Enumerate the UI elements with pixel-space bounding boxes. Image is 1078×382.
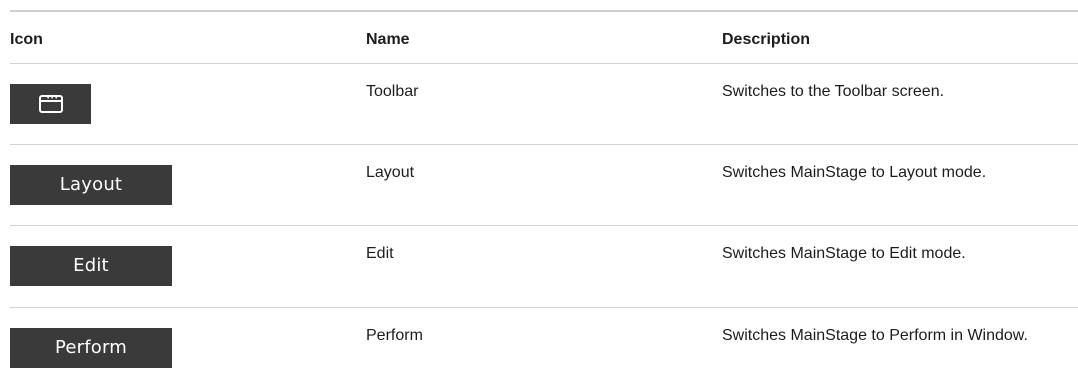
name-cell: Layout [366,164,415,181]
table-row: Edit Edit Switches MainStage to Edit mod… [10,226,1078,308]
layout-button-image: Layout [10,165,172,205]
column-header-icon: Icon [10,30,43,48]
table-row: ••• Toolbar Switches to the Toolbar scre… [10,64,1078,145]
column-header-description: Description [722,30,811,48]
icon-reference-table: Icon Name Description ••• Toolbar Switch… [10,10,1078,382]
description-cell: Switches MainStage to Layout mode. [722,164,987,181]
edit-button-image: Edit [10,246,172,286]
icon-cell: Layout [10,145,366,225]
toolbar-button-image: ••• [10,84,91,124]
icon-cell: ••• [10,64,366,144]
table-row: Layout Layout Switches MainStage to Layo… [10,145,1078,226]
description-cell: Switches to the Toolbar screen. [722,83,945,100]
icon-cell: Perform [10,308,366,382]
name-cell: Edit [366,245,394,262]
icon-cell: Edit [10,226,366,307]
name-cell: Toolbar [366,83,419,100]
name-cell: Perform [366,327,423,344]
perform-button-image: Perform [10,328,172,368]
table-header-row: Icon Name Description [10,12,1078,64]
toolbar-window-icon: ••• [38,95,63,113]
description-cell: Switches MainStage to Edit mode. [722,245,966,262]
table-row: Perform Perform Switches MainStage to Pe… [10,308,1078,382]
column-header-name: Name [366,30,410,48]
description-cell: Switches MainStage to Perform in Window. [722,327,1028,344]
